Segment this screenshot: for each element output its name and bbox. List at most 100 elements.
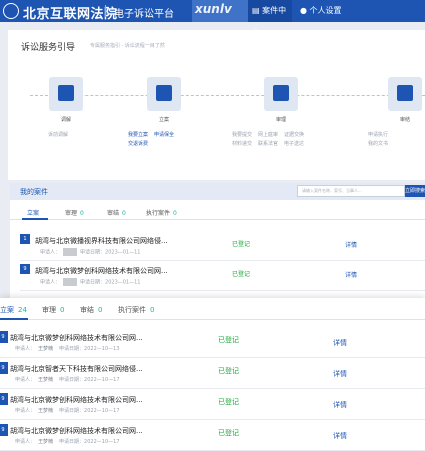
tab-filing[interactable]: 立案	[27, 208, 42, 217]
case-meta: 申请人： 王梦楠 申请日期：2022—10—17	[15, 376, 120, 383]
link-online-trial[interactable]: 网上庭审	[258, 132, 278, 138]
case-date: 2022—10—17	[84, 439, 120, 445]
case-status: 已登记	[218, 367, 239, 375]
active-tab-indicator	[0, 318, 28, 320]
court-logo-icon	[3, 3, 19, 19]
link-apply-execution[interactable]: 申请执行	[368, 132, 388, 138]
people-icon	[58, 85, 74, 101]
applicant-label: 申请人：	[40, 279, 61, 286]
link-apply-preservation[interactable]: 申请保全	[154, 132, 174, 138]
case-meta: 申请人： 王梦楠 申请日期：2022—10—13	[15, 345, 120, 352]
courthouse-icon	[273, 85, 289, 101]
flow-step-mediation[interactable]: 调解	[46, 77, 86, 123]
case-title[interactable]: 胡湾与北京微梦创科网络技术有限公司网...	[35, 266, 168, 276]
user-icon: ●	[300, 6, 310, 15]
case-title[interactable]: 胡湾与北京微梦创科网络技术有限公司网...	[10, 426, 143, 436]
filing-links: 我要立案 申请保全 交退诉费	[128, 131, 208, 149]
case-card[interactable]: 9 胡湾与北京微梦创科网络技术有限公司网... 申请人： 王梦楠 申请日期：2022…	[0, 328, 425, 358]
applicant-name: 王梦楠	[38, 408, 54, 414]
search-button[interactable]: 立即搜索	[405, 185, 425, 197]
nav-personal-settings[interactable]: ● 个人设置	[300, 0, 342, 22]
case-detail-link[interactable]: 详情	[345, 270, 357, 279]
date-label: 申请日期：	[59, 408, 85, 414]
trial-links: 我要提交 网上庭审 证据交换 材料递交 联系法官 电子送达	[232, 131, 342, 149]
my-cases-title: 我的案件	[20, 188, 48, 196]
my-cases-header: 我的案件 请输入案件名称、案号、当事人... 立即搜索	[10, 183, 425, 200]
redacted-applicant	[63, 248, 78, 256]
tab-execution[interactable]: 执行案件 0	[146, 208, 177, 217]
link-submit[interactable]: 我要提交	[232, 132, 252, 138]
guide-title: 诉讼服务引导	[21, 43, 76, 53]
flow-step-label: 审理	[275, 117, 286, 123]
nav-case-center[interactable]: ▤ 案件中心	[248, 0, 292, 37]
tab-trial[interactable]: 审理 0	[42, 305, 64, 315]
link-pay-fees[interactable]: 交退诉费	[128, 141, 148, 147]
case-card[interactable]: 9 胡湾与北京智者天下科技有限公司网络侵... 申请人： 王梦楠 申请日期：2022…	[0, 359, 425, 389]
tab-count: 0	[173, 210, 177, 217]
mediation-links: 诉前调解	[48, 131, 74, 140]
case-card[interactable]: 1 胡湾与北京微播视界科技有限公司网络侵... 申请人： 申请日期：2023—01…	[20, 231, 425, 261]
tab-filing[interactable]: 立案 24	[0, 305, 27, 315]
link-e-delivery[interactable]: 电子送达	[284, 141, 304, 147]
flow-step-filing[interactable]: 立案	[144, 77, 184, 123]
case-detail-link[interactable]: 详情	[333, 400, 347, 410]
link-contact-judge[interactable]: 联系法官	[258, 141, 278, 147]
tab-count: 0	[150, 306, 155, 314]
case-badge: 9	[0, 393, 8, 405]
link-evidence[interactable]: 证据交换	[284, 132, 304, 138]
tab-label: 审理	[65, 210, 78, 217]
site-title: 北京互联网法院	[23, 7, 118, 22]
tab-closed[interactable]: 审结 0	[107, 208, 126, 217]
tab-label: 立案	[0, 306, 14, 314]
case-status: 已登记	[232, 241, 251, 248]
case-date: 2022—10—13	[84, 346, 120, 352]
case-card[interactable]: 9 胡湾与北京微梦创科网络技术有限公司网... 申请人： 王梦楠 申请日期：2022…	[0, 390, 425, 420]
flow-step-trial[interactable]: 审理	[261, 77, 301, 123]
case-detail-link[interactable]: 详情	[333, 431, 347, 441]
tab-closed[interactable]: 审结 0	[80, 305, 102, 315]
case-meta: 申请人： 王梦楠 申请日期：2022—10—17	[15, 438, 120, 445]
flow-step-label: 调解	[60, 117, 71, 123]
case-search-input[interactable]: 请输入案件名称、案号、当事人...	[297, 185, 405, 197]
redacted-applicant	[63, 278, 78, 286]
applicant-name: 王梦楠	[38, 377, 54, 383]
case-meta: 申请人： 王梦楠 申请日期：2022—10—17	[15, 407, 120, 414]
case-title[interactable]: 胡湾与北京智者天下科技有限公司网络侵...	[10, 364, 143, 374]
link-file-case[interactable]: 我要立案	[128, 132, 148, 138]
tab-label: 执行案件	[146, 210, 171, 217]
case-meta: 申请人： 申请日期：2023—01—11	[40, 278, 140, 286]
tab-count: 0	[98, 306, 103, 314]
nav-personal-settings-label: 个人设置	[309, 6, 342, 15]
case-badge: 9	[0, 331, 8, 343]
link-materials[interactable]: 材料递交	[232, 141, 252, 147]
case-title[interactable]: 胡湾与北京微梦创科网络技术有限公司网...	[10, 395, 143, 405]
date-label: 申请日期：	[59, 346, 85, 352]
date-label: 申请日期：	[80, 249, 106, 256]
case-card[interactable]: 9 胡湾与北京微梦创科网络技术有限公司网... 申请人： 王梦楠 申请日期：2022…	[0, 421, 425, 451]
case-badge: 9	[0, 424, 8, 436]
tab-label: 审理	[42, 306, 56, 314]
applicant-name: 王梦楠	[38, 346, 54, 352]
case-title[interactable]: 胡湾与北京微梦创科网络技术有限公司网...	[10, 333, 143, 343]
case-badge: 1	[20, 234, 30, 244]
link-my-documents[interactable]: 我的文书	[368, 141, 388, 147]
service-guide-panel: 诉讼服务引导 专属服务指引 · 诉讼流程一目了然 调解 诉前调解 立案 我要立案…	[8, 30, 425, 180]
folder-icon: ▤	[252, 6, 263, 15]
header-divider	[105, 5, 106, 17]
case-detail-link[interactable]: 详情	[333, 338, 347, 348]
case-list-overlay: 立案 24 审理 0 审结 0 执行案件 0 9 胡湾与北京微梦创科网络技术有限公司网.…	[0, 298, 425, 451]
flow-step-label: 立案	[158, 117, 169, 123]
case-card[interactable]: 9 胡湾与北京微梦创科网络技术有限公司网... 申请人： 申请日期：2023—01…	[20, 261, 425, 291]
case-title[interactable]: 胡湾与北京微播视界科技有限公司网络侵...	[35, 236, 168, 246]
case-detail-link[interactable]: 详情	[345, 240, 357, 249]
date-label: 申请日期：	[59, 439, 85, 445]
applicant-label: 申请人：	[15, 439, 36, 445]
closing-links: 申请执行 我的文书	[368, 131, 423, 149]
tab-execution[interactable]: 执行案件 0	[118, 305, 154, 315]
flow-step-closing[interactable]: 审结	[385, 77, 425, 123]
case-date: 2023—01—11	[105, 279, 141, 286]
link-pre-mediation[interactable]: 诉前调解	[48, 132, 68, 138]
case-detail-link[interactable]: 详情	[333, 369, 347, 379]
tab-trial[interactable]: 审理 0	[65, 208, 84, 217]
case-tabs: 立案 审理 0 审结 0 执行案件 0	[10, 205, 425, 220]
